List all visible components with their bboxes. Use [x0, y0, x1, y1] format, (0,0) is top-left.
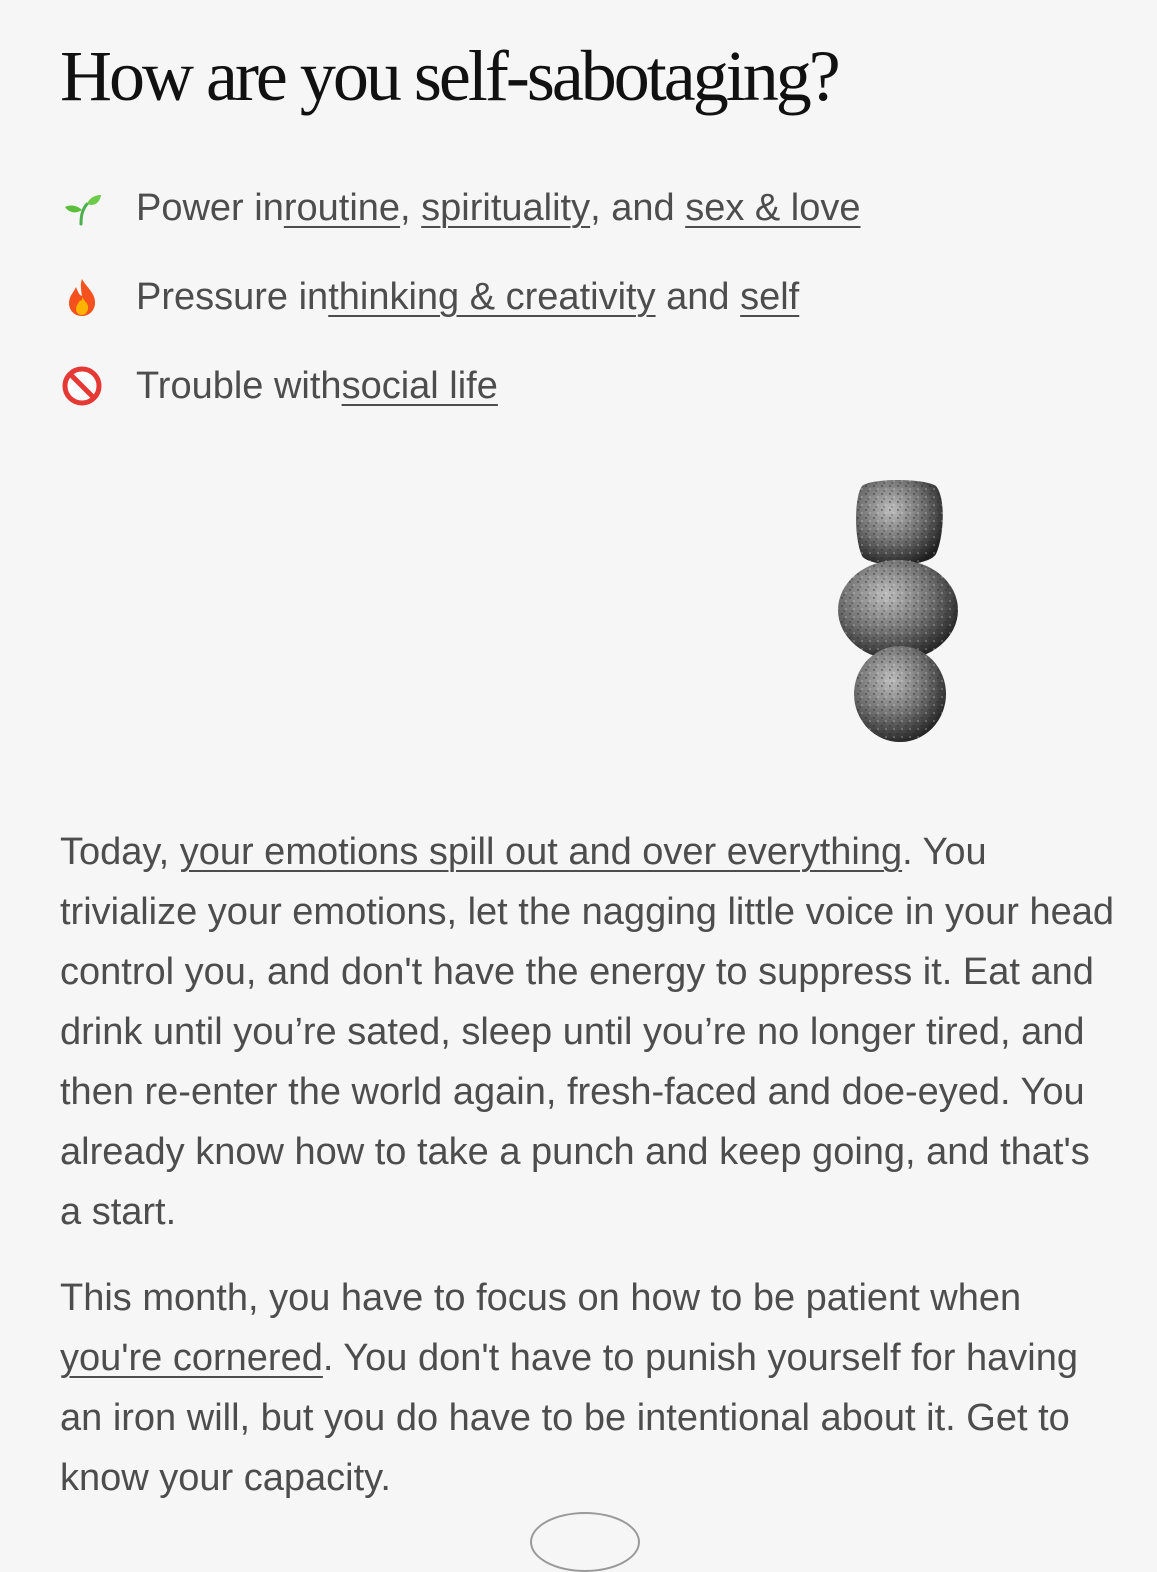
- paragraph-today-rest: . You trivialize your emotions, let the …: [60, 831, 1115, 1233]
- summary-item-pressure: Pressure in thinking & creativity and se…: [60, 269, 1120, 325]
- link-youre-cornered[interactable]: you're cornered: [60, 1337, 323, 1379]
- paragraph-today: Today, your emotions spill out and over …: [60, 822, 1120, 1242]
- link-thinking-creativity[interactable]: thinking & creativity: [328, 276, 655, 319]
- summary-item-power: Power in routine , spirituality , and se…: [60, 180, 1120, 236]
- link-routine[interactable]: routine: [284, 187, 400, 230]
- circle-button-partial[interactable]: [530, 1512, 640, 1572]
- page: How are you self-sabotaging? Power in ro…: [0, 0, 1157, 1572]
- summary-pressure-prefix: Pressure in: [136, 275, 329, 318]
- link-emotions-spill[interactable]: your emotions spill out and over everyth…: [180, 831, 902, 873]
- summary-item-trouble: Trouble with social life: [60, 358, 1120, 414]
- stacked-stones-illustration: [832, 476, 964, 746]
- stone-middle: [838, 560, 958, 660]
- link-self[interactable]: self: [740, 276, 799, 319]
- fire-icon: [60, 275, 104, 319]
- stone-bottom: [854, 646, 946, 742]
- page-title: How are you self-sabotaging?: [60, 36, 841, 116]
- summary-power-prefix: Power in: [136, 186, 284, 229]
- summary-pressure-sep1: and: [655, 275, 741, 318]
- paragraph-today-lead: Today,: [60, 831, 180, 873]
- paragraph-month: This month, you have to focus on how to …: [60, 1268, 1120, 1508]
- link-spirituality[interactable]: spirituality: [421, 187, 590, 230]
- stone-top: [856, 480, 943, 565]
- paragraph-month-lead: This month, you have to focus on how to …: [60, 1277, 1022, 1319]
- summary-power-sep1: ,: [400, 186, 422, 229]
- link-sex-love[interactable]: sex & love: [685, 187, 860, 230]
- summary-trouble-prefix: Trouble with: [136, 364, 342, 407]
- summary-list: Power in routine , spirituality , and se…: [60, 180, 1120, 447]
- no-entry-icon: [60, 364, 104, 408]
- seedling-icon: [60, 186, 104, 230]
- summary-power-sep2: , and: [590, 186, 686, 229]
- link-social-life[interactable]: social life: [342, 365, 498, 408]
- reading-body: Today, your emotions spill out and over …: [60, 822, 1120, 1534]
